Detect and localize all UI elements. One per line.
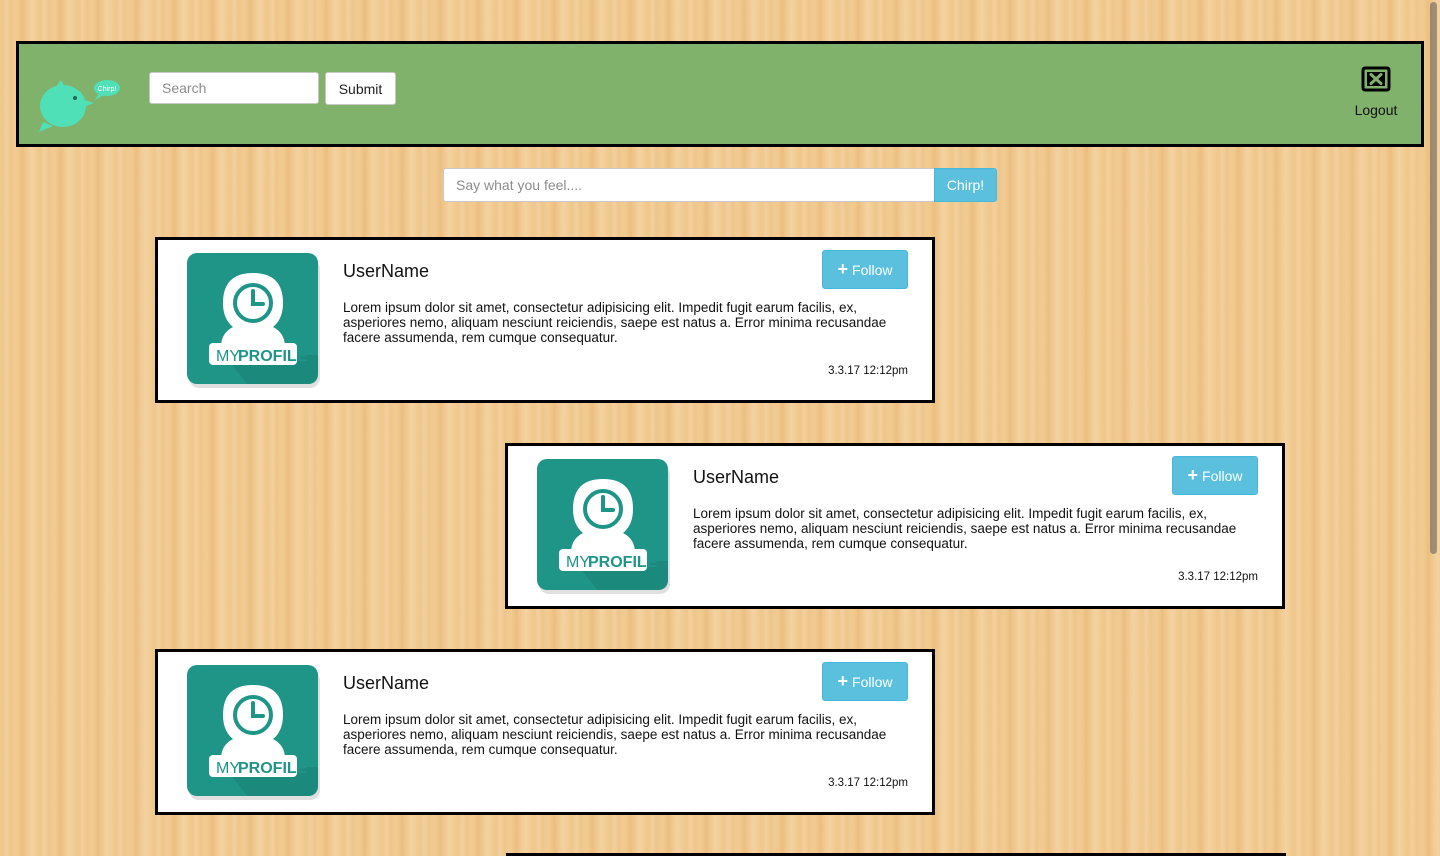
avatar-text-my: MY [216, 760, 240, 777]
post-username[interactable]: UserName [343, 261, 429, 282]
submit-button[interactable]: Submit [325, 72, 396, 105]
follow-button[interactable]: + Follow [822, 250, 908, 289]
compose-input[interactable] [443, 168, 934, 202]
chirp-bird-logo-icon[interactable]: Chirp! [37, 76, 127, 136]
logout-label[interactable]: Logout [1341, 102, 1411, 118]
top-navbar: Chirp! Submit Logout [16, 41, 1424, 147]
post-body: Lorem ipsum dolor sit amet, consectetur … [343, 712, 887, 757]
avatar-text-profile: PROFILE [238, 348, 308, 365]
post-timestamp: 3.3.17 12:12pm [1178, 571, 1258, 583]
follow-button[interactable]: + Follow [1172, 456, 1258, 495]
avatar-text-my: MY [216, 348, 240, 365]
logout-button[interactable]: Logout [1341, 66, 1411, 126]
post-card: MY PROFILE UserName + Follow Lorem ipsum… [155, 237, 935, 403]
post-body: Lorem ipsum dolor sit amet, consectetur … [693, 506, 1237, 551]
follow-label: Follow [852, 261, 893, 278]
search-input[interactable] [149, 72, 319, 104]
avatar-text-profile: PROFILE [588, 554, 658, 571]
plus-icon: + [837, 258, 849, 279]
profile-clock-icon[interactable]: MY PROFILE [187, 253, 320, 388]
post-timestamp: 3.3.17 12:12pm [828, 365, 908, 377]
follow-button[interactable]: + Follow [822, 662, 908, 701]
profile-clock-icon[interactable]: MY PROFILE [537, 459, 670, 594]
plus-icon: + [837, 670, 849, 691]
logo-bubble-text: Chirp! [98, 86, 117, 93]
profile-clock-icon[interactable]: MY PROFILE [187, 665, 320, 800]
post-body: Lorem ipsum dolor sit amet, consectetur … [343, 300, 887, 345]
chirp-button[interactable]: Chirp! [934, 168, 997, 202]
post-timestamp: 3.3.17 12:12pm [828, 777, 908, 789]
close-box-icon[interactable] [1361, 66, 1391, 92]
plus-icon: + [1187, 464, 1199, 485]
post-card: MY PROFILE UserName + Follow Lorem ipsum… [155, 649, 935, 815]
avatar-text-profile: PROFILE [238, 760, 308, 777]
page-scrollbar[interactable] [1430, 2, 1437, 554]
follow-label: Follow [852, 673, 893, 690]
avatar-text-my: MY [566, 554, 590, 571]
post-username[interactable]: UserName [343, 673, 429, 694]
compose-bar: Chirp! [443, 168, 997, 202]
follow-label: Follow [1202, 467, 1243, 484]
post-card: MY PROFILE UserName + Follow Lorem ipsum… [505, 443, 1285, 609]
post-username[interactable]: UserName [693, 467, 779, 488]
